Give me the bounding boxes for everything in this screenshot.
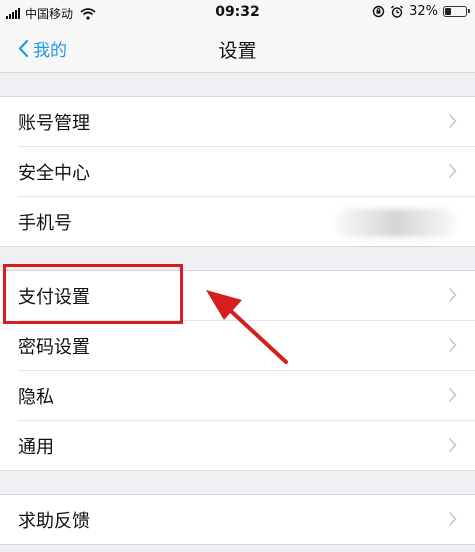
settings-row-general[interactable]: 通用 — [18, 420, 475, 470]
row-label: 隐私 — [18, 387, 54, 408]
back-label: 我的 — [33, 41, 67, 61]
battery-icon — [443, 6, 470, 17]
battery-percent: 32% — [409, 4, 438, 19]
row-label: 账号管理 — [18, 113, 90, 134]
battery-fill — [445, 8, 451, 15]
row-label: 求助反馈 — [18, 511, 90, 532]
settings-group-help: 求助反馈 — [0, 494, 475, 545]
row-label: 手机号 — [18, 213, 72, 234]
chevron-right-icon — [448, 387, 457, 403]
orientation-lock-icon — [372, 5, 385, 18]
chevron-right-icon — [448, 511, 457, 527]
status-bar: 中国移动 09:32 32% — [0, 0, 475, 26]
row-label: 安全中心 — [18, 163, 90, 184]
chevron-right-icon — [448, 163, 457, 179]
settings-row-security-center[interactable]: 安全中心 — [18, 146, 475, 196]
settings-row-phone-number[interactable]: 手机号 — [18, 196, 475, 246]
status-right: 32% — [372, 4, 470, 19]
alarm-icon — [391, 5, 404, 18]
blurred-phone-value — [336, 209, 456, 237]
settings-group-account: 账号管理 安全中心 手机号 — [0, 96, 475, 247]
highlight-box — [3, 264, 183, 324]
settings-row-account-management[interactable]: 账号管理 — [18, 97, 475, 146]
settings-row-help-feedback[interactable]: 求助反馈 — [18, 495, 475, 544]
row-label: 通用 — [18, 437, 54, 458]
chevron-right-icon — [448, 337, 457, 353]
row-label: 密码设置 — [18, 337, 90, 358]
navigation-bar: 我的 设置 — [0, 26, 475, 73]
back-button[interactable]: 我的 — [18, 36, 67, 61]
settings-row-password-settings[interactable]: 密码设置 — [18, 320, 475, 370]
chevron-right-icon — [448, 287, 457, 303]
page-title: 设置 — [218, 40, 257, 62]
chevron-left-icon — [18, 39, 29, 58]
settings-row-privacy[interactable]: 隐私 — [18, 370, 475, 420]
chevron-right-icon — [448, 113, 457, 129]
chevron-right-icon — [448, 437, 457, 453]
